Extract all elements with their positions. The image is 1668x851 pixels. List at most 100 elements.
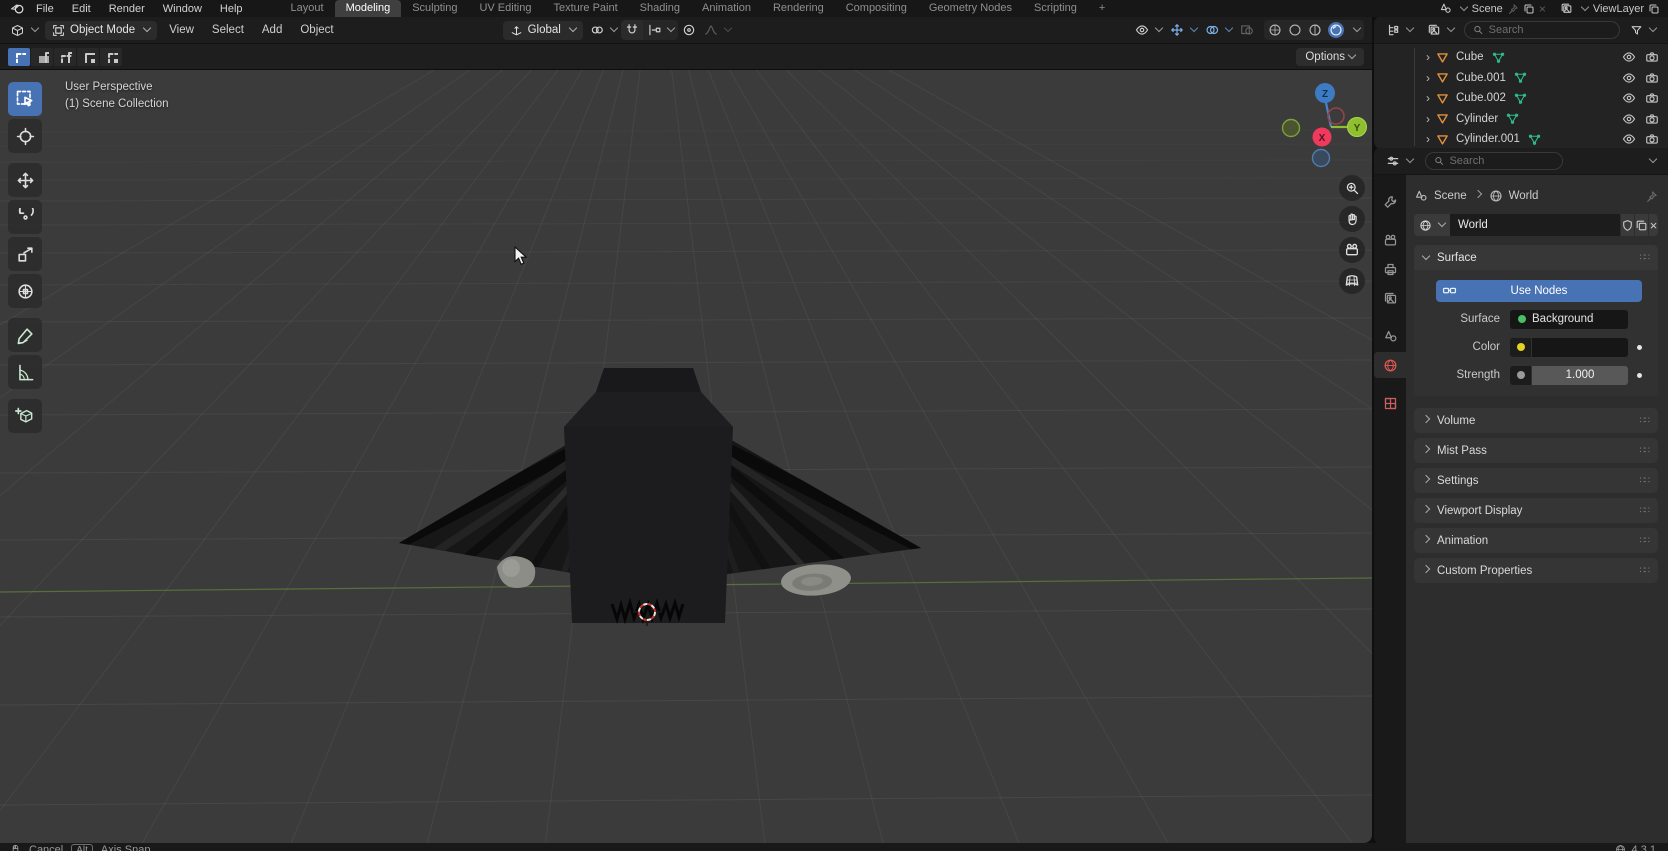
duplicate-world-button[interactable] — [1635, 214, 1648, 236]
overlays-toggle[interactable] — [1201, 20, 1236, 40]
browse-world-button[interactable] — [1414, 214, 1450, 236]
falloff-dropdown[interactable] — [700, 20, 735, 40]
tab-rendering[interactable]: Rendering — [762, 0, 835, 17]
shading-material-button[interactable] — [1308, 23, 1322, 37]
tab-layout[interactable]: Layout — [280, 0, 335, 17]
panel-grip[interactable]: ∷∷ — [1640, 535, 1649, 546]
gizmo-axis-z[interactable]: Z — [1315, 83, 1335, 103]
pin-scene-icon[interactable] — [1507, 3, 1519, 15]
scene-selector[interactable]: Scene — [1439, 2, 1503, 15]
viewport-display-panel-header[interactable]: Viewport Display∷∷ — [1414, 498, 1658, 523]
menu-render[interactable]: Render — [100, 3, 154, 15]
expand-icon[interactable]: › — [1426, 50, 1430, 64]
outliner-search-input[interactable] — [1489, 24, 1611, 36]
select-mode-subtract-button[interactable] — [54, 48, 76, 66]
object-name[interactable]: Cylinder.001 — [1456, 133, 1520, 145]
settings-panel-header[interactable]: Settings∷∷ — [1414, 468, 1658, 493]
mode-dropdown[interactable]: Object Mode — [45, 21, 157, 40]
panel-grip[interactable]: ∷∷ — [1640, 505, 1649, 516]
hide-eye-icon[interactable] — [1622, 91, 1636, 105]
outliner-display-mode[interactable] — [1382, 20, 1417, 40]
render-visibility-icon[interactable] — [1645, 112, 1659, 126]
menu-object[interactable]: Object — [291, 24, 342, 36]
tab-uv-editing[interactable]: UV Editing — [468, 0, 542, 17]
tool-annotate[interactable] — [8, 318, 42, 352]
shading-solid-button[interactable] — [1288, 23, 1302, 37]
custom-properties-panel-header[interactable]: Custom Properties∷∷ — [1414, 558, 1658, 583]
surface-panel-header[interactable]: Surface ∷∷ — [1414, 245, 1658, 270]
tool-measure[interactable] — [8, 355, 42, 389]
view-layer-selector[interactable]: ViewLayer — [1560, 2, 1644, 15]
render-visibility-icon[interactable] — [1645, 50, 1659, 64]
outliner-row-cube001[interactable]: › Cube.001 — [1374, 68, 1668, 89]
outliner-filter-collection[interactable] — [1423, 20, 1458, 40]
tab-tool[interactable] — [1374, 189, 1406, 215]
hide-eye-icon[interactable] — [1622, 132, 1636, 146]
model-body[interactable] — [564, 368, 733, 623]
hide-eye-icon[interactable] — [1622, 50, 1636, 64]
tab-compositing[interactable]: Compositing — [835, 0, 918, 17]
new-view-layer-button[interactable] — [1648, 3, 1660, 15]
outliner-row-cylinder001[interactable]: › Cylinder.001 — [1374, 129, 1668, 148]
gizmo-axis-x-neg[interactable] — [1328, 108, 1344, 124]
tool-rotate[interactable] — [8, 200, 42, 234]
strength-keyframe-dot[interactable] — [1637, 373, 1642, 378]
menu-add[interactable]: Add — [253, 24, 291, 36]
color-swatch[interactable] — [1532, 338, 1628, 357]
ortho-toggle-button[interactable] — [1339, 268, 1365, 294]
expand-icon[interactable]: › — [1426, 71, 1430, 85]
tab-sculpting[interactable]: Sculpting — [401, 0, 468, 17]
shading-wireframe-button[interactable] — [1268, 23, 1282, 37]
select-mode-set-button[interactable] — [8, 48, 30, 66]
unlink-world-button[interactable]: × — [1649, 214, 1658, 236]
select-mode-extend-button[interactable] — [31, 48, 53, 66]
blender-logo-icon[interactable] — [10, 1, 25, 16]
outliner-row-cube[interactable]: › Cube — [1374, 47, 1668, 68]
gizmo-axis-x[interactable]: X — [1313, 128, 1332, 147]
tab-texture[interactable] — [1374, 390, 1406, 416]
nav-gizmo[interactable]: Z Y X — [1283, 83, 1367, 167]
camera-view-button[interactable] — [1339, 237, 1365, 263]
select-mode-invert-button[interactable] — [77, 48, 99, 66]
orientation-dropdown[interactable]: Global — [503, 21, 583, 40]
color-keyframe-dot[interactable] — [1637, 345, 1642, 350]
outliner-filter-button[interactable] — [1626, 21, 1660, 40]
render-visibility-icon[interactable] — [1645, 71, 1659, 85]
tab-texture-paint[interactable]: Texture Paint — [542, 0, 628, 17]
object-name[interactable]: Cube — [1456, 51, 1484, 63]
hide-eye-icon[interactable] — [1622, 112, 1636, 126]
render-visibility-icon[interactable] — [1645, 91, 1659, 105]
options-dropdown[interactable]: Options — [1296, 48, 1364, 66]
tool-cursor[interactable] — [8, 119, 42, 153]
hide-eye-icon[interactable] — [1622, 71, 1636, 85]
tool-transform[interactable] — [8, 274, 42, 308]
tab-output[interactable] — [1374, 256, 1406, 282]
object-name[interactable]: Cube.001 — [1456, 72, 1506, 84]
color-socket[interactable] — [1510, 338, 1531, 357]
tool-select-box[interactable] — [8, 82, 42, 116]
unlink-scene-icon[interactable]: × — [1539, 2, 1546, 16]
select-mode-intersect-button[interactable] — [100, 48, 122, 66]
tab-geometry-nodes[interactable]: Geometry Nodes — [918, 0, 1023, 17]
add-workspace-button[interactable]: + — [1088, 0, 1116, 17]
render-visibility-icon[interactable] — [1645, 132, 1659, 146]
snap-toggle-button[interactable] — [621, 20, 643, 40]
gizmo-axis-z-neg[interactable] — [1313, 150, 1330, 167]
panel-grip[interactable]: ∷∷ — [1640, 445, 1649, 456]
tab-modeling[interactable]: Modeling — [335, 0, 402, 17]
xray-toggle[interactable] — [1236, 20, 1258, 40]
editor-type-button[interactable] — [6, 20, 42, 41]
shading-rendered-button[interactable] — [1328, 22, 1344, 38]
outliner-row-cube002[interactable]: › Cube.002 — [1374, 88, 1668, 109]
strength-value-field[interactable]: 1.000 — [1532, 366, 1628, 385]
properties-search[interactable] — [1425, 152, 1563, 170]
gizmo-axis-y[interactable]: Y — [1348, 118, 1367, 137]
tab-animation[interactable]: Animation — [691, 0, 762, 17]
world-name-field[interactable] — [1450, 214, 1620, 236]
snap-target-button[interactable] — [643, 20, 678, 40]
expand-icon[interactable]: › — [1426, 91, 1430, 105]
tab-scene[interactable] — [1374, 323, 1406, 349]
breadcrumb-world[interactable]: World — [1509, 190, 1539, 202]
expand-icon[interactable]: › — [1426, 132, 1430, 146]
properties-search-input[interactable] — [1449, 155, 1554, 167]
